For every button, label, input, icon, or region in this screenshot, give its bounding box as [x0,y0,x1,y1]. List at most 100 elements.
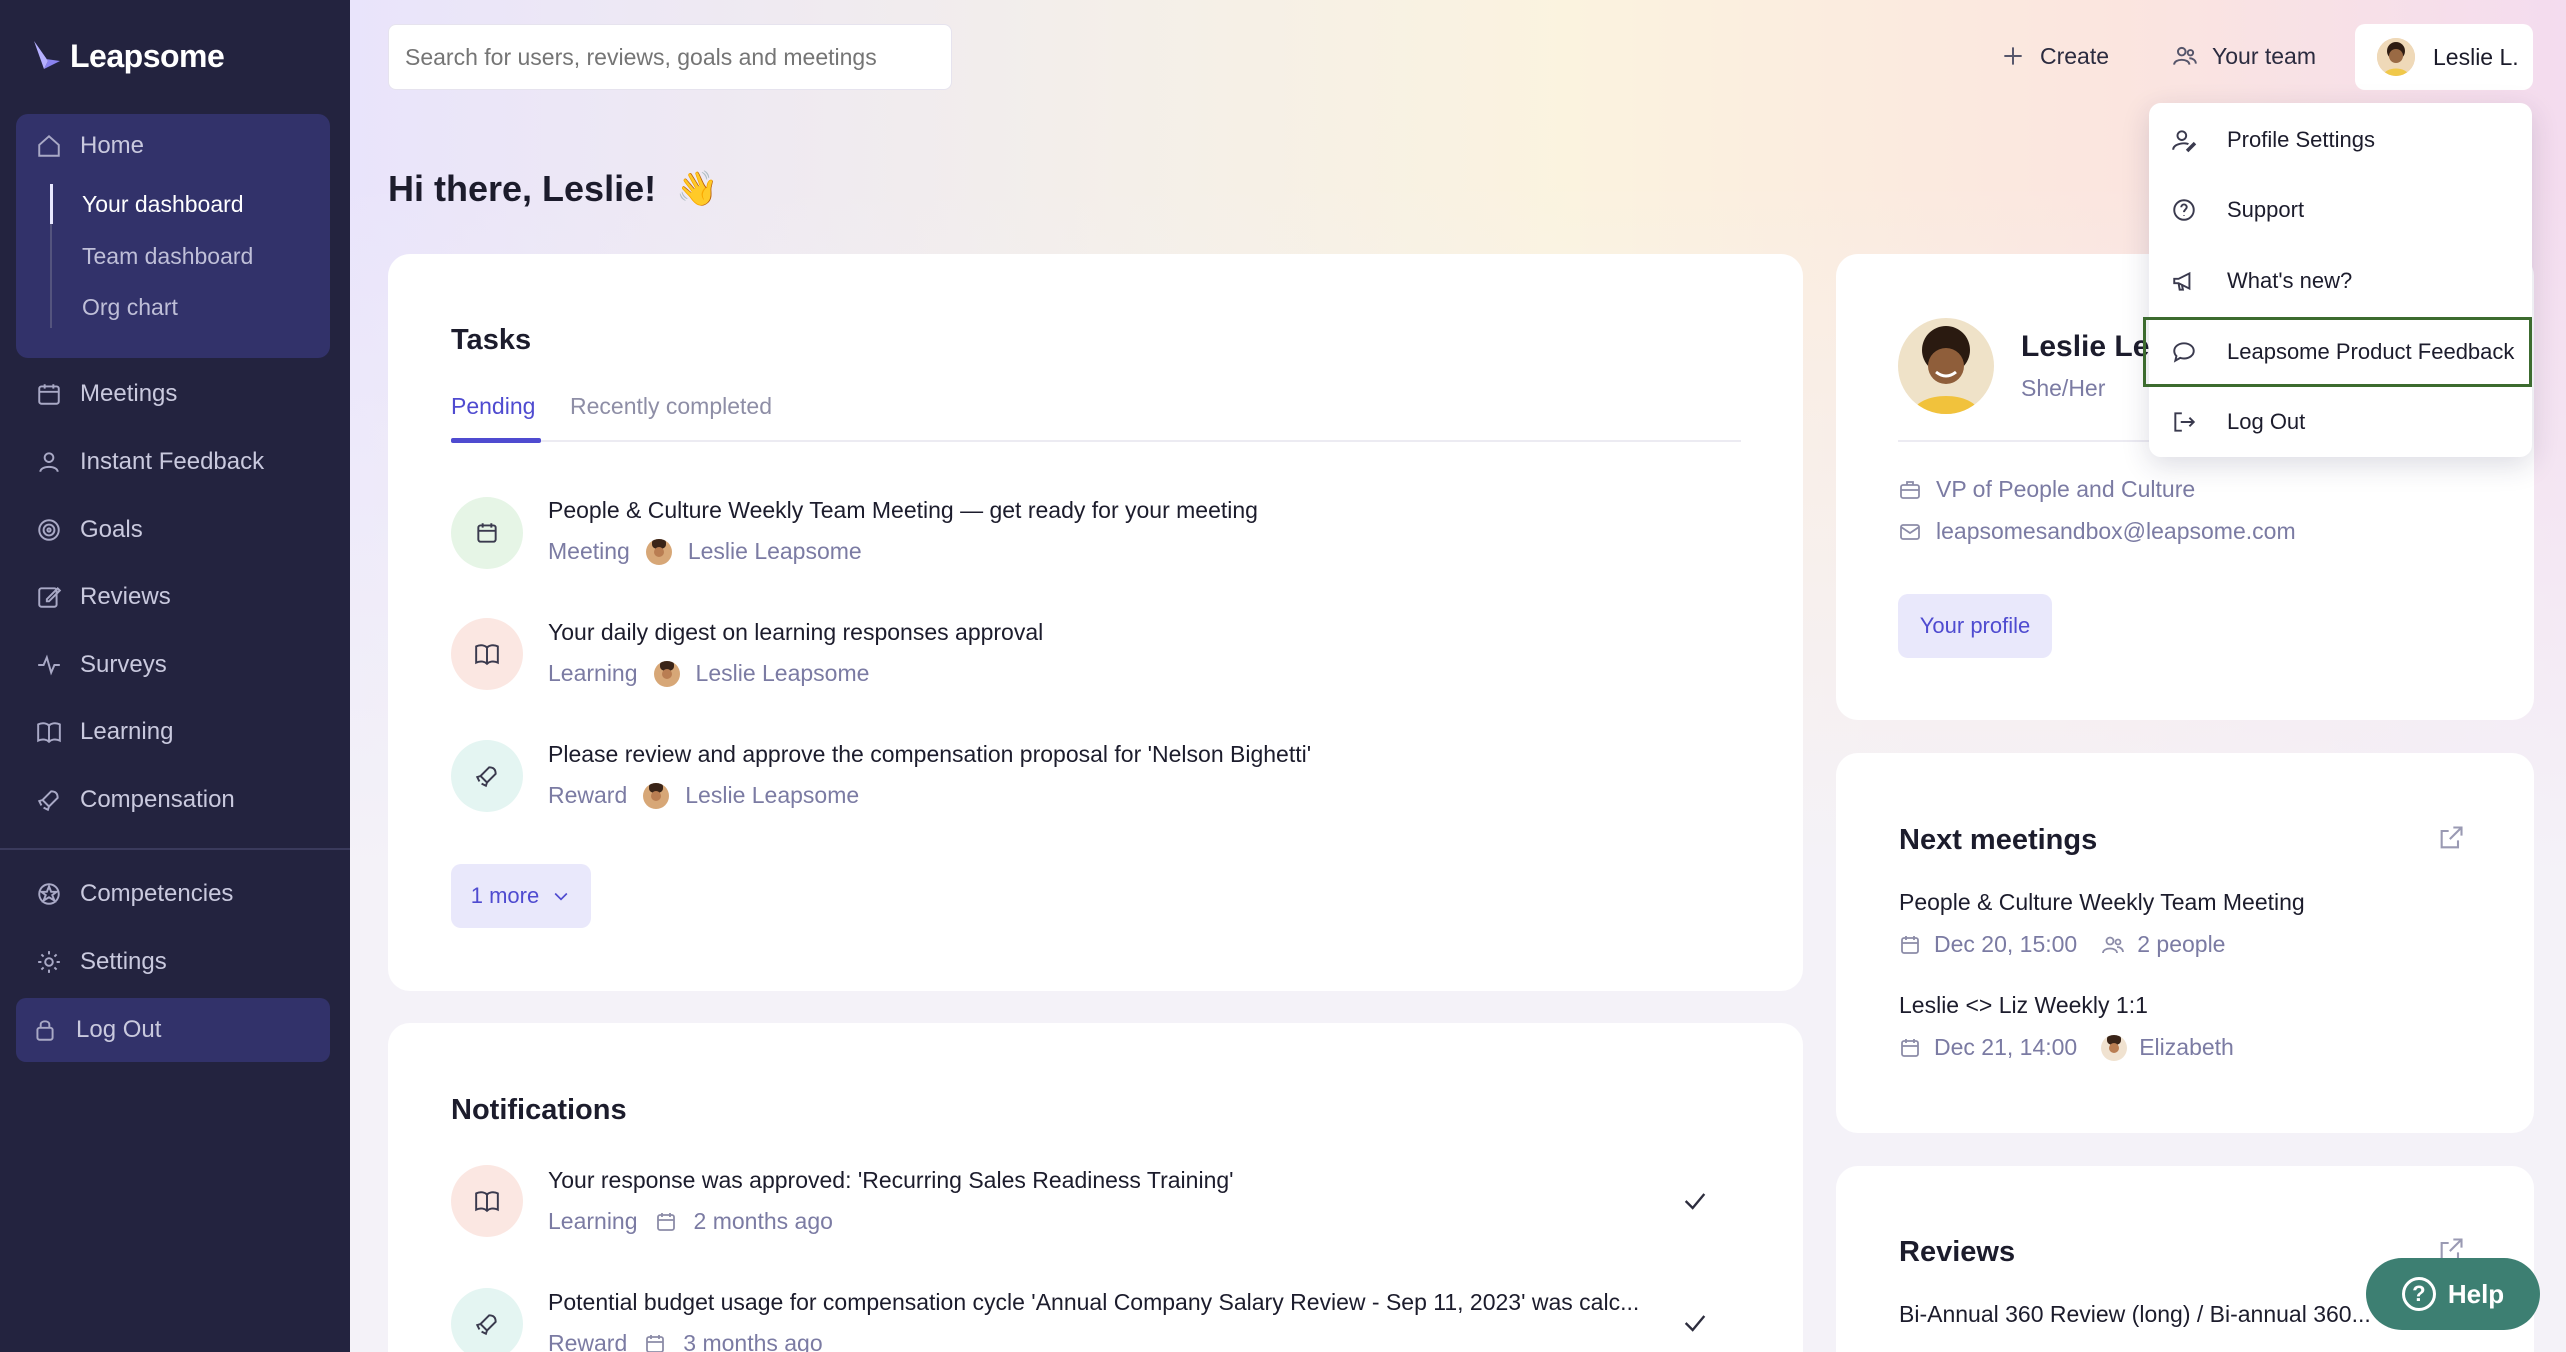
task-type: Learning [548,660,638,686]
task-icon-reward [451,740,523,812]
logout-icon [2174,412,2196,432]
sidebar-item-label: Meetings [80,380,178,407]
sidebar-item-instant-feedback[interactable]: Instant Feedback [36,442,264,482]
rocket-icon [37,790,59,812]
sidebar-item-label: Reviews [80,583,171,610]
notification-icon-reward [451,1288,523,1352]
task-meta: Meeting Leslie Leapsome [548,538,862,565]
show-more-button[interactable]: 1 more [451,864,591,928]
sidebar-item-reviews[interactable]: Reviews [36,577,171,617]
menu-item-whats-new[interactable]: What's new? [2149,246,2532,316]
sidebar-item-team-dashboard[interactable]: Team dashboard [82,238,253,274]
help-button[interactable]: ? Help [2366,1258,2540,1330]
mark-read-button[interactable] [1681,1187,1709,1215]
tab-pending[interactable]: Pending [451,393,535,420]
your-team-label: Your team [2212,42,2316,69]
mark-read-button[interactable] [1681,1309,1709,1337]
meeting-attendees: Elizabeth [2139,1034,2234,1060]
submenu-active-indicator [50,184,53,224]
meeting-title[interactable]: Leslie <> Liz Weekly 1:1 [1899,992,2148,1019]
menu-item-support[interactable]: Support [2149,175,2532,245]
profile-email[interactable]: leapsomesandbox@leapsome.com [1936,518,2296,545]
notification-time: 2 months ago [693,1208,833,1234]
sidebar-item-competencies[interactable]: Competencies [36,874,233,914]
calendar-icon [477,523,497,543]
chat-bubble-icon [2173,342,2195,363]
menu-item-label: What's new? [2227,268,2353,293]
calendar-icon [1901,935,1919,954]
sidebar-item-label: Settings [80,948,167,975]
search-input[interactable] [388,24,952,90]
feedback-icon [39,452,59,473]
page-title: Hi there, Leslie! 👋 [388,168,718,210]
leapsome-logo[interactable]: Leapsome [32,38,225,75]
task-title[interactable]: People & Culture Weekly Team Meeting — g… [548,497,1258,524]
lock-icon [36,1020,54,1041]
tab-recently-completed[interactable]: Recently completed [570,393,772,420]
your-profile-button[interactable]: Your profile [1898,594,2052,658]
create-button[interactable]: Create [2000,30,2109,82]
avatar [1898,318,1994,414]
notification-time: 3 months ago [683,1330,823,1352]
leapsome-bird-icon [34,40,60,69]
sidebar: Leapsome Home Your dashboard Team dashbo… [0,0,350,1352]
menu-item-log-out[interactable]: Log Out [2149,387,2532,457]
sidebar-item-your-dashboard[interactable]: Your dashboard [82,186,244,222]
next-meetings-title: Next meetings [1899,824,2098,856]
notification-type: Learning [548,1208,638,1234]
sidebar-item-org-chart[interactable]: Org chart [82,289,178,325]
sidebar-item-label: Instant Feedback [80,448,265,475]
user-dropdown-menu: Profile Settings Support What's new? Lea… [2143,103,2532,457]
wave-emoji: 👋 [676,170,719,208]
task-title[interactable]: Please review and approve the compensati… [548,741,1311,768]
task-meta: Reward Leslie Leapsome [548,782,859,809]
avatar [643,782,670,809]
sidebar-item-label: Competencies [80,880,234,907]
task-title[interactable]: Your daily digest on learning responses … [548,619,1043,646]
help-label: Help [2447,1278,2505,1309]
plus-icon [2004,47,2022,65]
sidebar-item-learning[interactable]: Learning [36,712,173,752]
greeting-text: Hi there, Leslie! [388,168,657,209]
task-type: Meeting [548,538,630,564]
notification-type: Reward [548,1330,628,1352]
task-icon-meeting [451,497,523,569]
avatar [653,660,680,687]
menu-item-label: Leapsome Product Feedback [2227,339,2515,364]
open-meetings-button[interactable] [2437,824,2465,852]
reviews-title: Reviews [1899,1236,2016,1268]
task-type: Reward [548,782,628,808]
sidebar-item-goals[interactable]: Goals [36,510,143,550]
sidebar-item-settings[interactable]: Settings [36,942,167,982]
notification-title[interactable]: Potential budget usage for compensation … [548,1289,1639,1316]
menu-item-product-feedback[interactable]: Leapsome Product Feedback [2143,317,2532,387]
calendar-check-icon [38,384,60,405]
sidebar-item-label: Home [80,132,145,159]
briefcase-icon [1900,480,1920,499]
book-icon [475,1191,499,1213]
your-team-button[interactable]: Your team [2172,30,2316,82]
tasks-title: Tasks [451,324,532,356]
gear-icon [38,951,60,973]
user-menu-button[interactable]: Leslie L. [2355,24,2533,90]
avatar [2377,38,2415,76]
sidebar-item-home[interactable]: Home [36,126,144,166]
sidebar-item-logout[interactable]: Log Out [32,1010,161,1050]
menu-item-label: Support [2227,197,2305,222]
review-title[interactable]: Bi-Annual 360 Review (long) / Bi-annual … [1899,1301,2371,1328]
sidebar-item-surveys[interactable]: Surveys [36,645,167,685]
task-icon-learning [451,618,523,690]
menu-item-profile-settings[interactable]: Profile Settings [2149,105,2532,175]
notification-title[interactable]: Your response was approved: 'Recurring S… [548,1167,1234,1194]
meeting-title[interactable]: People & Culture Weekly Team Meeting [1899,889,2305,916]
task-person: Leslie Leapsome [695,660,870,686]
calendar-icon [656,1212,675,1231]
calendar-icon [646,1334,665,1352]
avatar [2101,1034,2128,1061]
sidebar-item-meetings[interactable]: Meetings [36,374,177,414]
target-icon [38,519,60,541]
sidebar-item-compensation[interactable]: Compensation [36,780,235,820]
pulse-icon [38,654,60,676]
sidebar-item-label: Learning [80,718,174,745]
create-label: Create [2040,42,2110,69]
